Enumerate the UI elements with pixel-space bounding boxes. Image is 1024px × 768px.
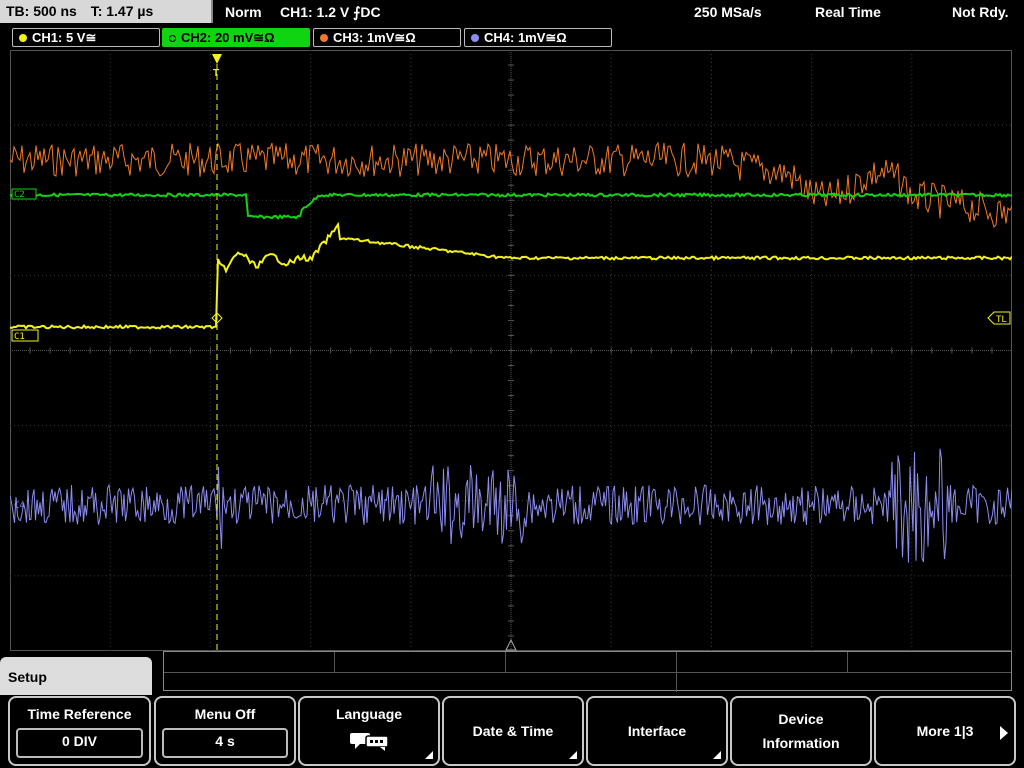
- trigger-time-value: T: 1.47 µs: [90, 3, 154, 19]
- menu-title-tab: Setup: [0, 657, 152, 695]
- device-information-label-line2: Information: [762, 735, 840, 751]
- arrow-right-icon: [1000, 726, 1008, 740]
- menu-title: Setup: [8, 669, 47, 685]
- date-time-label: Date & Time: [472, 723, 554, 739]
- ch1-ground-marker[interactable]: C1: [11, 329, 39, 342]
- timebase-value: TB: 500 ns: [6, 3, 77, 19]
- speech-bubbles-icon: [350, 730, 392, 755]
- ch3-label: CH3: 1mV≅Ω: [333, 30, 416, 45]
- channel-tab-ch4[interactable]: CH4: 1mV≅Ω: [464, 28, 612, 47]
- ch1-ground-label: C1: [14, 332, 25, 342]
- ch2-ground-marker[interactable]: C2: [11, 188, 37, 200]
- ch2-color-dot: [169, 35, 176, 42]
- time-reference-softkey[interactable]: Time Reference 0 DIV: [8, 696, 151, 766]
- device-information-label-line1: Device: [778, 711, 824, 727]
- channel-tab-ch1[interactable]: CH1: 5 V≅: [12, 28, 160, 47]
- submenu-indicator-icon: [425, 751, 433, 759]
- menu-off-label: Menu Off: [194, 706, 256, 722]
- timebase-box[interactable]: TB: 500 ns T: 1.47 µs: [0, 0, 213, 23]
- language-softkey[interactable]: Language: [298, 696, 440, 766]
- ch4-ground-label: C4: [14, 501, 25, 511]
- submenu-indicator-icon: [713, 751, 721, 759]
- acquisition-mode: Real Time: [815, 4, 881, 20]
- language-label: Language: [335, 706, 403, 722]
- trigger-level-marker[interactable]: TL: [987, 311, 1011, 325]
- trigger-status: Not Rdy.: [952, 4, 1009, 20]
- trigger-top-label: T: [213, 68, 219, 79]
- more-label: More 1|3: [916, 723, 974, 739]
- date-time-softkey[interactable]: Date & Time: [442, 696, 584, 766]
- trigger-level-label: TL: [996, 315, 1007, 325]
- measurement-panel: [163, 651, 1012, 692]
- ch1-color-dot: [19, 34, 27, 42]
- more-softkey[interactable]: More 1|3: [874, 696, 1016, 766]
- ch4-color-dot: [471, 34, 479, 42]
- ch3-color-dot: [320, 34, 328, 42]
- sample-rate: 250 MSa/s: [694, 4, 762, 20]
- trigger-source[interactable]: CH1: 1.2 V ⨍DC: [280, 0, 381, 24]
- time-reference-label: Time Reference: [27, 706, 132, 722]
- menu-off-softkey[interactable]: Menu Off 4 s: [154, 696, 296, 766]
- ch2-label: CH2: 20 mV≅Ω: [181, 30, 275, 45]
- channel-tab-ch2[interactable]: CH2: 20 mV≅Ω: [162, 28, 310, 47]
- channel-tab-ch3[interactable]: CH3: 1mV≅Ω: [313, 28, 461, 47]
- ch2-ground-label: C2: [14, 190, 25, 200]
- ch4-label: CH4: 1mV≅Ω: [484, 30, 567, 45]
- status-bar: TB: 500 ns T: 1.47 µs Norm CH1: 1.2 V ⨍D…: [0, 0, 1024, 24]
- ch4-ground-marker[interactable]: C4: [14, 501, 25, 511]
- interface-softkey[interactable]: Interface: [586, 696, 728, 766]
- softkey-bar: Time Reference 0 DIV Menu Off 4 s Langua…: [0, 696, 1024, 768]
- graticule: [10, 50, 1012, 651]
- ch1-label: CH1: 5 V≅: [32, 30, 97, 45]
- trigger-mode[interactable]: Norm: [225, 0, 262, 24]
- interface-label: Interface: [627, 723, 687, 739]
- device-information-softkey[interactable]: Device Information: [730, 696, 872, 766]
- time-reference-value[interactable]: 0 DIV: [16, 728, 143, 758]
- menu-off-value[interactable]: 4 s: [162, 728, 288, 758]
- waveform-canvas: T C1 C2 C4 TL: [10, 50, 1012, 651]
- submenu-indicator-icon: [569, 751, 577, 759]
- channel-bar: CH1: 5 V≅ CH2: 20 mV≅Ω CH3: 1mV≅Ω CH4: 1…: [0, 28, 1024, 48]
